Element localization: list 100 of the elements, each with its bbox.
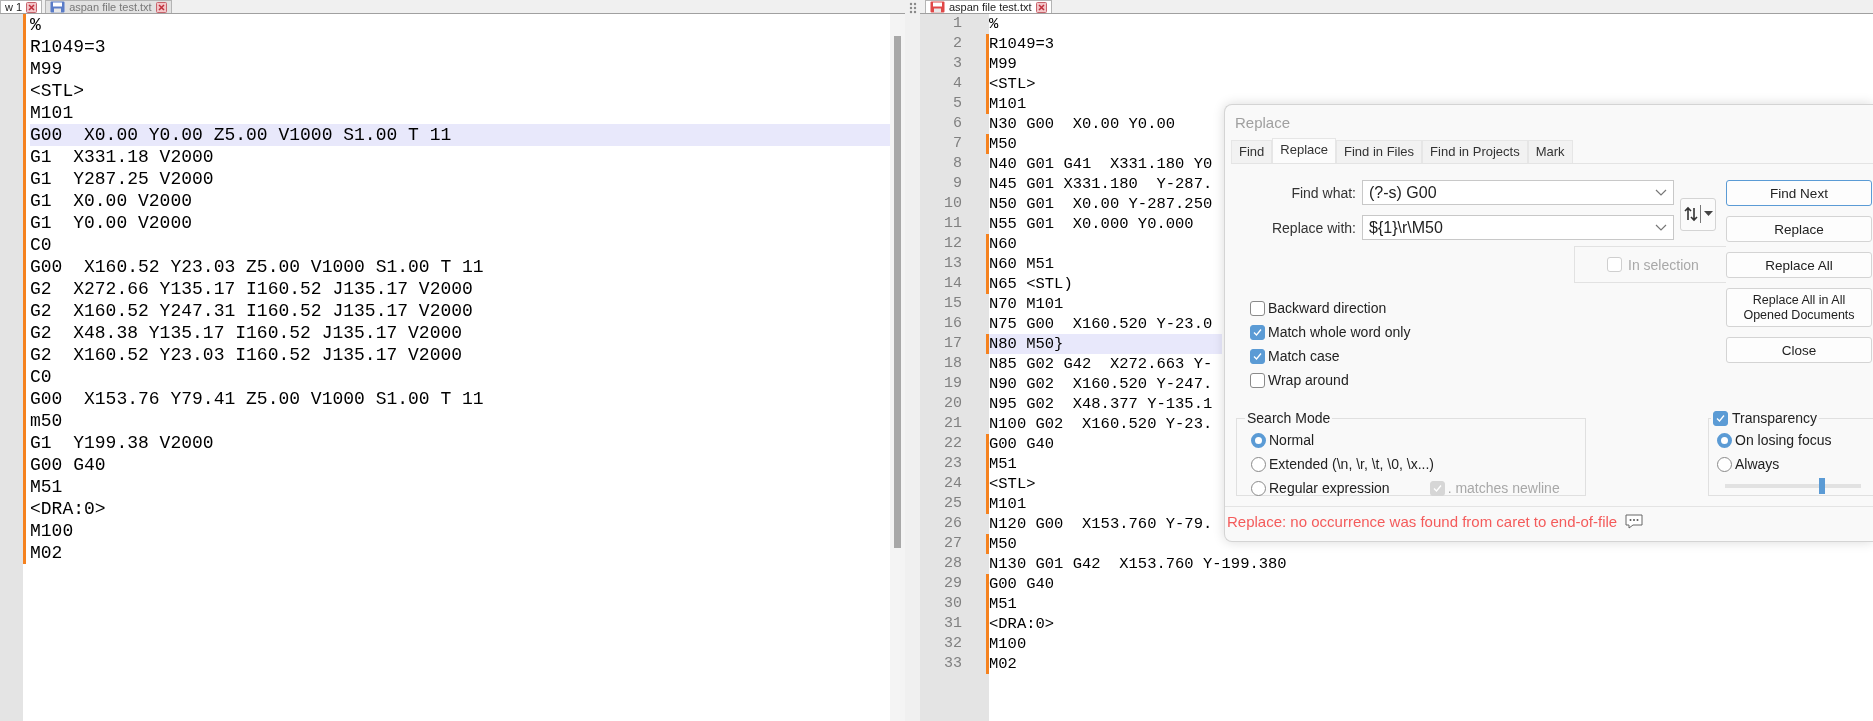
code-line: M101 <box>989 494 1028 514</box>
close-icon[interactable] <box>155 1 167 13</box>
code-line: N60 <box>989 234 1018 254</box>
code-line: % <box>30 14 42 36</box>
radio-label: On losing focus <box>1735 432 1832 448</box>
dialog-tab[interactable]: Mark <box>1527 140 1573 163</box>
chevron-icon <box>1655 224 1667 231</box>
dialog-tab[interactable]: Replace <box>1272 138 1336 163</box>
code-line: G2 X48.38 Y135.17 I160.52 J135.17 V2000 <box>30 322 464 344</box>
dialog-button[interactable]: Find Next <box>1726 180 1872 206</box>
splitter-grip-icon <box>908 2 917 14</box>
checkbox-label: Transparency <box>1732 410 1818 426</box>
radio-button[interactable] <box>1717 456 1732 472</box>
code-line: G2 X160.52 Y247.31 I160.52 J135.17 V2000 <box>30 300 474 322</box>
code-line: N90 G02 X160.520 Y-247. <box>989 374 1214 394</box>
checkbox[interactable] <box>1250 324 1265 340</box>
radio-label: Regular expression <box>1269 480 1390 496</box>
code-line: R1049=3 <box>30 36 107 58</box>
dialog-button[interactable]: Close <box>1726 337 1872 363</box>
dialog-tab[interactable]: Find in Projects <box>1422 140 1528 163</box>
code-line: M101 <box>30 102 75 124</box>
code-line: R1049=3 <box>989 34 1056 54</box>
code-line: M99 <box>30 58 64 80</box>
dialog-button[interactable]: Replace All <box>1726 252 1872 278</box>
close-icon[interactable] <box>26 1 38 13</box>
checkmark-icon <box>1431 482 1443 494</box>
code-line: M50 <box>989 534 1018 554</box>
code-line: N130 G01 G42 X153.760 Y-199.380 <box>989 554 1287 574</box>
slider-thumb[interactable] <box>1818 478 1825 494</box>
code-line: N45 G01 X331.180 Y-287. <box>989 174 1214 194</box>
code-line: N70 M101 <box>989 294 1065 314</box>
code-line: G2 X272.66 Y135.17 I160.52 J135.17 V2000 <box>30 278 474 300</box>
code-line: <DRA:0> <box>30 498 107 520</box>
dialog-title: Replace <box>1235 114 1291 132</box>
code-line: m50 <box>30 410 64 432</box>
checkbox-label: Match case <box>1268 348 1340 364</box>
checkmark-icon <box>1252 350 1263 362</box>
checkbox[interactable] <box>1250 372 1265 388</box>
code-line: M51 <box>989 594 1018 614</box>
code-line: M99 <box>989 54 1018 74</box>
code-line: N40 G01 G41 X331.180 Y0 <box>989 154 1214 174</box>
combo-field[interactable]: (?-s) G00 <box>1362 180 1674 205</box>
code-line: G1 Y199.38 V2000 <box>30 432 215 454</box>
file-tab[interactable]: aspan file test.txt <box>925 0 1052 13</box>
checkbox[interactable] <box>1250 348 1265 364</box>
code-line: G1 X0.00 V2000 <box>30 190 194 212</box>
code-line: <STL> <box>989 74 1037 94</box>
code-line: N75 G00 X160.520 Y-23.0 <box>989 314 1214 334</box>
scrollbar[interactable] <box>890 14 905 721</box>
code-line: G00 G40 <box>989 574 1056 594</box>
code-line: G00 G40 <box>30 454 107 476</box>
scrollbar-thumb[interactable] <box>894 36 901 548</box>
code-line: N85 G02 G42 X272.663 Y- <box>989 354 1214 374</box>
checkbox[interactable] <box>1713 410 1728 426</box>
close-icon[interactable] <box>1035 1 1047 13</box>
code-line: G1 X331.18 V2000 <box>30 146 215 168</box>
speech-bubble-icon <box>1625 514 1644 529</box>
dialog-button[interactable]: Replace <box>1726 216 1872 242</box>
code-line: <DRA:0> <box>989 614 1056 634</box>
radio-button[interactable] <box>1251 432 1266 448</box>
up-down-arrows-icon <box>1683 206 1698 222</box>
checkbox-label: Wrap around <box>1268 372 1349 388</box>
code-line: M02 <box>989 654 1018 674</box>
code-line: M51 <box>30 476 64 498</box>
dialog-tab[interactable]: Find in Files <box>1336 140 1423 163</box>
chevron-icon <box>1655 189 1667 196</box>
code-line: <STL> <box>989 474 1037 494</box>
code-line: N100 G02 X160.520 Y-23. <box>989 414 1214 434</box>
radio-button[interactable] <box>1251 480 1266 496</box>
code-line: G00 X153.76 Y79.41 Z5.00 V1000 S1.00 T 11 <box>30 388 485 410</box>
file-tab[interactable]: w 1 <box>0 0 43 13</box>
code-line: N120 G00 X153.760 Y-79. <box>989 514 1214 534</box>
field-label: Replace with: <box>1270 219 1356 236</box>
code-line: M100 <box>989 634 1028 654</box>
dialog-tab[interactable]: Find <box>1231 140 1273 163</box>
radio-label: Always <box>1735 456 1780 472</box>
radio-button[interactable] <box>1717 432 1732 448</box>
code-line: M100 <box>30 520 75 542</box>
direction-button[interactable] <box>1680 197 1716 231</box>
file-tab[interactable]: aspan file test.txt <box>45 0 172 13</box>
dialog-button[interactable]: Replace All in All Opened Documents <box>1726 288 1872 327</box>
code-line: G00 G40 <box>989 434 1056 454</box>
code-line: M02 <box>30 542 64 564</box>
status-message: Replace: no occurrence was found from caret to end-of-file <box>1227 513 1618 530</box>
code-line: G2 X160.52 Y23.03 I160.52 J135.17 V2000 <box>30 344 464 366</box>
checkbox[interactable] <box>1250 300 1265 316</box>
checkmark-icon <box>1252 326 1263 338</box>
code-line: C0 <box>30 366 53 388</box>
radio-button[interactable] <box>1251 456 1266 472</box>
field-label: Find what: <box>1290 184 1356 201</box>
checkbox-label: In selection <box>1628 256 1699 273</box>
group-title: Search Mode <box>1247 410 1331 426</box>
code-line: N55 G01 X0.000 Y0.000 <box>989 214 1195 234</box>
checkbox-label: . matches newline <box>1447 480 1560 496</box>
combo-field[interactable]: ${1}\r\M50 <box>1362 215 1674 240</box>
caret-icon <box>1699 204 1713 224</box>
checkmark-icon <box>1715 412 1726 424</box>
code-line: M51 <box>989 454 1018 474</box>
radio-label: Extended (\n, \r, \t, \0, \x...) <box>1269 456 1434 472</box>
code-line: % <box>989 14 1000 34</box>
